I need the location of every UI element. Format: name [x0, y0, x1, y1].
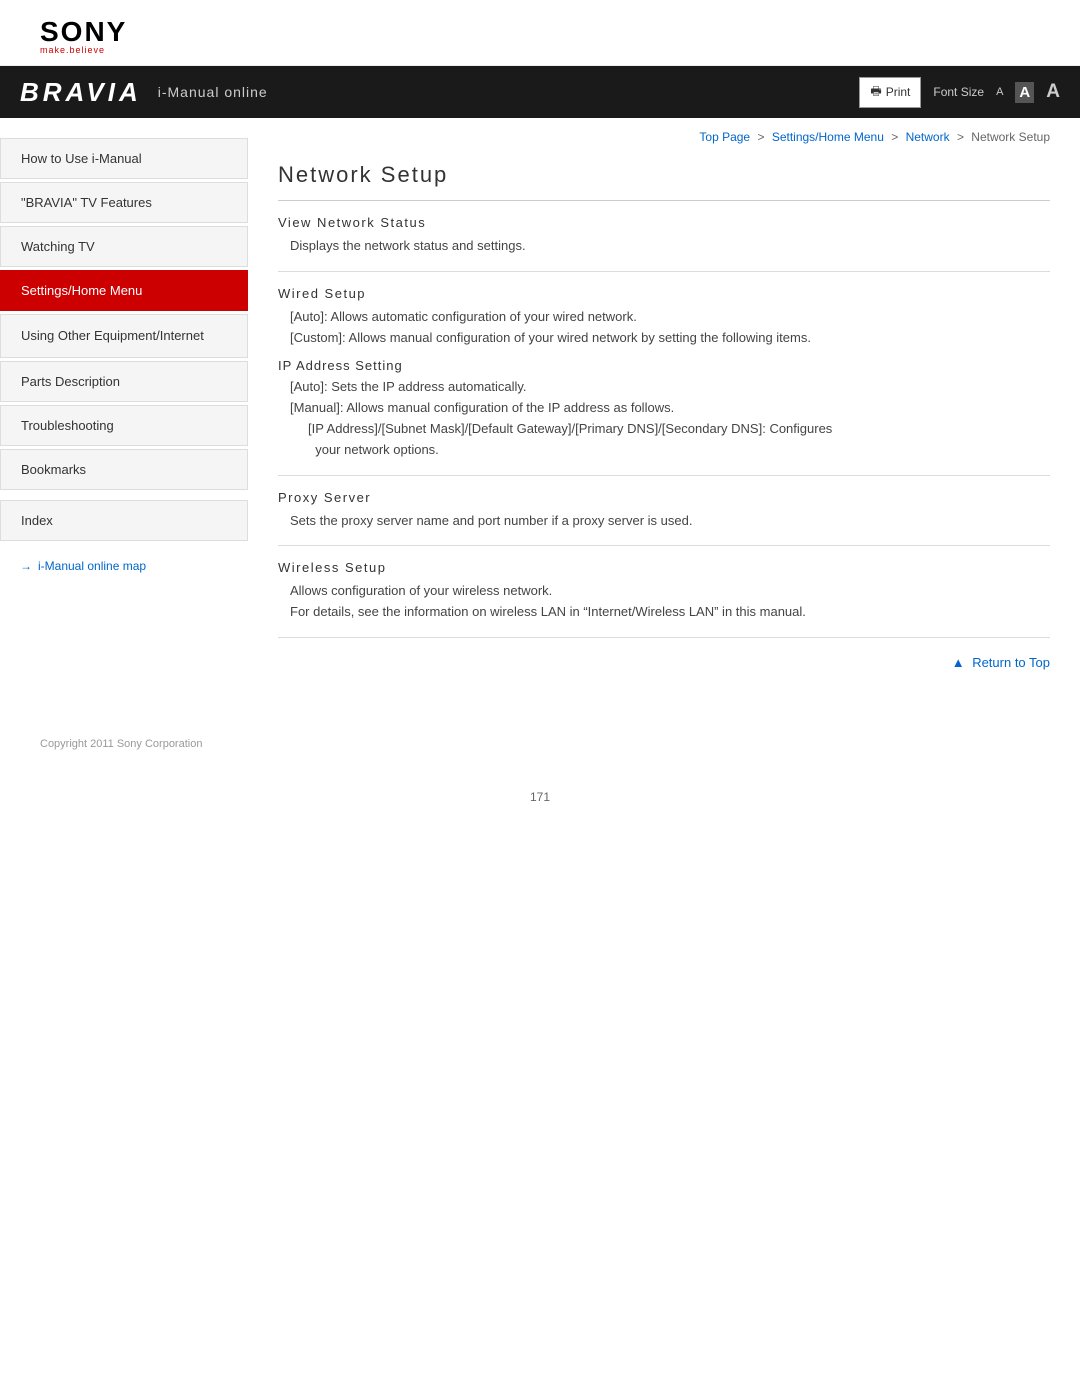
sub-section-ip-address: IP Address Setting [Auto]: Sets the IP a…: [278, 358, 1050, 460]
page-number: 171: [0, 770, 1080, 814]
ip-manual-line: [Manual]: Allows manual configuration of…: [290, 398, 1050, 419]
breadcrumb-current: Network Setup: [971, 130, 1050, 144]
font-size-label: Font Size: [933, 85, 984, 99]
section-wired-setup: Wired Setup [Auto]: Allows automatic con…: [278, 272, 1050, 476]
sidebar-item-bookmarks[interactable]: Bookmarks: [0, 449, 248, 490]
top-banner: BRAVIA i-Manual online 🖶 Print Font Size…: [0, 66, 1080, 118]
ip-auto-line: [Auto]: Sets the IP address automaticall…: [290, 377, 1050, 398]
sidebar: How to Use i-Manual "BRAVIA" TV Features…: [0, 118, 248, 718]
imanual-map-link[interactable]: → i-Manual online map: [0, 551, 248, 581]
logo-area: SONY make.believe: [0, 0, 1080, 66]
print-icon: 🖶: [870, 82, 881, 103]
bravia-section: BRAVIA i-Manual online: [20, 77, 268, 108]
wireless-line2: For details, see the information on wire…: [290, 602, 1050, 623]
banner-right: 🖶 Print Font Size A A A: [859, 77, 1060, 108]
wired-setup-title: Wired Setup: [278, 286, 1050, 301]
sidebar-item-parts-desc[interactable]: Parts Description: [0, 361, 248, 402]
main-layout: How to Use i-Manual "BRAVIA" TV Features…: [0, 118, 1080, 718]
wired-setup-body: [Auto]: Allows automatic configuration o…: [278, 307, 1050, 349]
breadcrumb-settings[interactable]: Settings/Home Menu: [772, 130, 884, 144]
tagline: make.believe: [40, 46, 1040, 55]
breadcrumb-top[interactable]: Top Page: [699, 130, 750, 144]
ip-options-line: [IP Address]/[Subnet Mask]/[Default Gate…: [290, 419, 1050, 461]
view-network-status-title: View Network Status: [278, 215, 1050, 230]
section-wireless-setup: Wireless Setup Allows configuration of y…: [278, 546, 1050, 638]
section-proxy-server: Proxy Server Sets the proxy server name …: [278, 476, 1050, 547]
sidebar-item-watching-tv[interactable]: Watching TV: [0, 226, 248, 267]
sidebar-item-using-other[interactable]: Using Other Equipment/Internet: [0, 314, 248, 358]
sidebar-index[interactable]: Index: [0, 500, 248, 541]
sony-text: SONY: [40, 18, 1040, 46]
arrow-right-icon: →: [20, 559, 32, 573]
return-to-top-area: ▲ Return to Top: [278, 638, 1050, 678]
bravia-logo: BRAVIA: [20, 77, 142, 108]
view-network-status-body: Displays the network status and settings…: [278, 236, 1050, 257]
wireless-setup-body: Allows configuration of your wireless ne…: [278, 581, 1050, 623]
font-small-button[interactable]: A: [996, 86, 1003, 98]
sidebar-item-troubleshooting[interactable]: Troubleshooting: [0, 405, 248, 446]
print-button[interactable]: 🖶 Print: [859, 77, 921, 108]
sidebar-item-bravia-features[interactable]: "BRAVIA" TV Features: [0, 182, 248, 223]
content-area: Top Page > Settings/Home Menu > Network …: [248, 118, 1080, 718]
triangle-icon: ▲: [952, 655, 965, 670]
sidebar-item-how-to-use[interactable]: How to Use i-Manual: [0, 138, 248, 179]
proxy-server-title: Proxy Server: [278, 490, 1050, 505]
sony-logo: SONY make.believe: [40, 18, 1040, 55]
wired-custom-line: [Custom]: Allows manual configuration of…: [290, 328, 1050, 349]
breadcrumb-network[interactable]: Network: [906, 130, 950, 144]
page-title: Network Setup: [278, 152, 1050, 201]
section-view-network-status: View Network Status Displays the network…: [278, 201, 1050, 272]
ip-address-title: IP Address Setting: [278, 358, 1050, 373]
ip-address-body: [Auto]: Sets the IP address automaticall…: [278, 377, 1050, 460]
proxy-server-body: Sets the proxy server name and port numb…: [278, 511, 1050, 532]
wired-auto-line: [Auto]: Allows automatic configuration o…: [290, 307, 1050, 328]
imanual-text: i-Manual online: [158, 84, 268, 100]
font-medium-button[interactable]: A: [1015, 82, 1034, 103]
sidebar-item-settings-home[interactable]: Settings/Home Menu: [0, 270, 248, 311]
breadcrumb: Top Page > Settings/Home Menu > Network …: [278, 118, 1050, 152]
wireless-line1: Allows configuration of your wireless ne…: [290, 581, 1050, 602]
copyright: Copyright 2011 Sony Corporation: [40, 738, 202, 750]
wireless-setup-title: Wireless Setup: [278, 560, 1050, 575]
footer: Copyright 2011 Sony Corporation: [0, 718, 1080, 770]
font-large-button[interactable]: A: [1046, 81, 1060, 103]
return-to-top-link[interactable]: ▲ Return to Top: [952, 655, 1050, 670]
